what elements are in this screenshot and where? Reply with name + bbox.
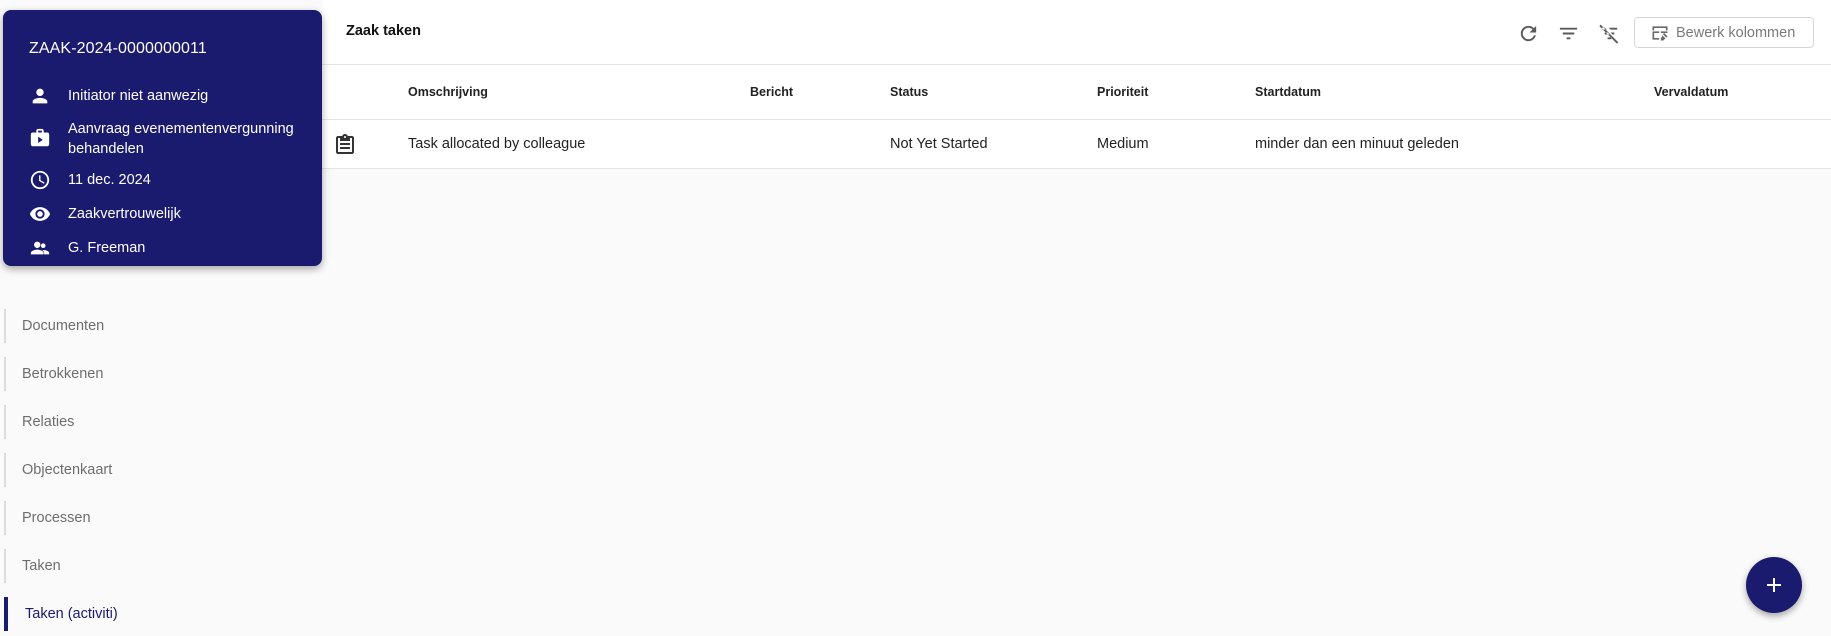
add-task-button[interactable] [1746, 557, 1802, 613]
case-initiator: Initiator niet aanwezig [68, 88, 209, 104]
table-row-divider [322, 168, 1831, 169]
table-header-divider [322, 119, 1831, 120]
nav-item-processen[interactable]: Processen [4, 501, 254, 535]
case-tasks-panel: Zaak taken Bewerk kolommen Omschrijving … [322, 0, 1831, 169]
case-confidentiality-row: Zaakvertrouwelijk [29, 204, 308, 224]
nav-item-label: Taken [22, 558, 61, 574]
column-header-start-date[interactable]: Startdatum [1255, 85, 1321, 99]
column-header-description[interactable]: Omschrijving [408, 85, 488, 99]
nav-item-label: Objectenkaart [22, 462, 113, 478]
case-type-row: Aanvraag evenementenvergunning behandele… [29, 119, 308, 159]
refresh-icon[interactable] [1515, 20, 1541, 46]
column-header-due-date[interactable]: Vervaldatum [1654, 85, 1728, 99]
person-icon [29, 86, 53, 106]
nav-item-documenten[interactable]: Documenten [4, 309, 254, 343]
briefcase-icon [29, 128, 53, 148]
panel-title: Zaak taken [346, 23, 421, 39]
case-date-row: 11 dec. 2024 [29, 170, 308, 190]
case-assignee-row: G. Freeman [29, 238, 308, 258]
nav-item-taken-activiti[interactable]: Taken (activiti) [4, 597, 254, 631]
nav-item-label: Relaties [22, 414, 75, 430]
nav-item-label: Processen [22, 510, 91, 526]
edit-columns-icon [1652, 25, 1668, 40]
people-icon [29, 238, 53, 258]
edit-columns-label: Bewerk kolommen [1676, 24, 1796, 41]
clipboard-icon [333, 133, 357, 157]
filter-off-icon[interactable] [1596, 20, 1622, 46]
task-start-date: minder dan een minuut geleden [1255, 136, 1459, 152]
header-divider [322, 64, 1831, 65]
task-priority: Medium [1097, 136, 1149, 152]
nav-item-label: Betrokkenen [22, 366, 104, 382]
clock-icon [29, 170, 53, 190]
edit-columns-button[interactable]: Bewerk kolommen [1634, 17, 1814, 48]
nav-item-relaties[interactable]: Relaties [4, 405, 254, 439]
column-header-priority[interactable]: Prioriteit [1097, 85, 1148, 99]
nav-item-label: Taken (activiti) [25, 606, 118, 622]
column-header-message[interactable]: Bericht [750, 85, 793, 99]
eye-icon [29, 204, 53, 224]
task-description: Task allocated by colleague [408, 136, 586, 152]
nav-item-label: Documenten [22, 318, 105, 334]
case-date: 11 dec. 2024 [68, 172, 151, 188]
filter-icon[interactable] [1555, 20, 1581, 46]
plus-icon [1767, 578, 1781, 592]
case-type: Aanvraag evenementenvergunning behandele… [68, 121, 294, 157]
column-header-status[interactable]: Status [890, 85, 928, 99]
case-initiator-row: Initiator niet aanwezig [29, 86, 308, 106]
task-status: Not Yet Started [890, 136, 988, 152]
case-confidentiality: Zaakvertrouwelijk [68, 206, 181, 222]
case-summary-card: ZAAK-2024-0000000011 Initiator niet aanw… [3, 10, 322, 266]
case-assignee: G. Freeman [68, 240, 146, 256]
case-id: ZAAK-2024-0000000011 [29, 40, 207, 57]
nav-item-betrokkenen[interactable]: Betrokkenen [4, 357, 254, 391]
nav-item-taken[interactable]: Taken [4, 549, 254, 583]
nav-item-objectenkaart[interactable]: Objectenkaart [4, 453, 254, 487]
